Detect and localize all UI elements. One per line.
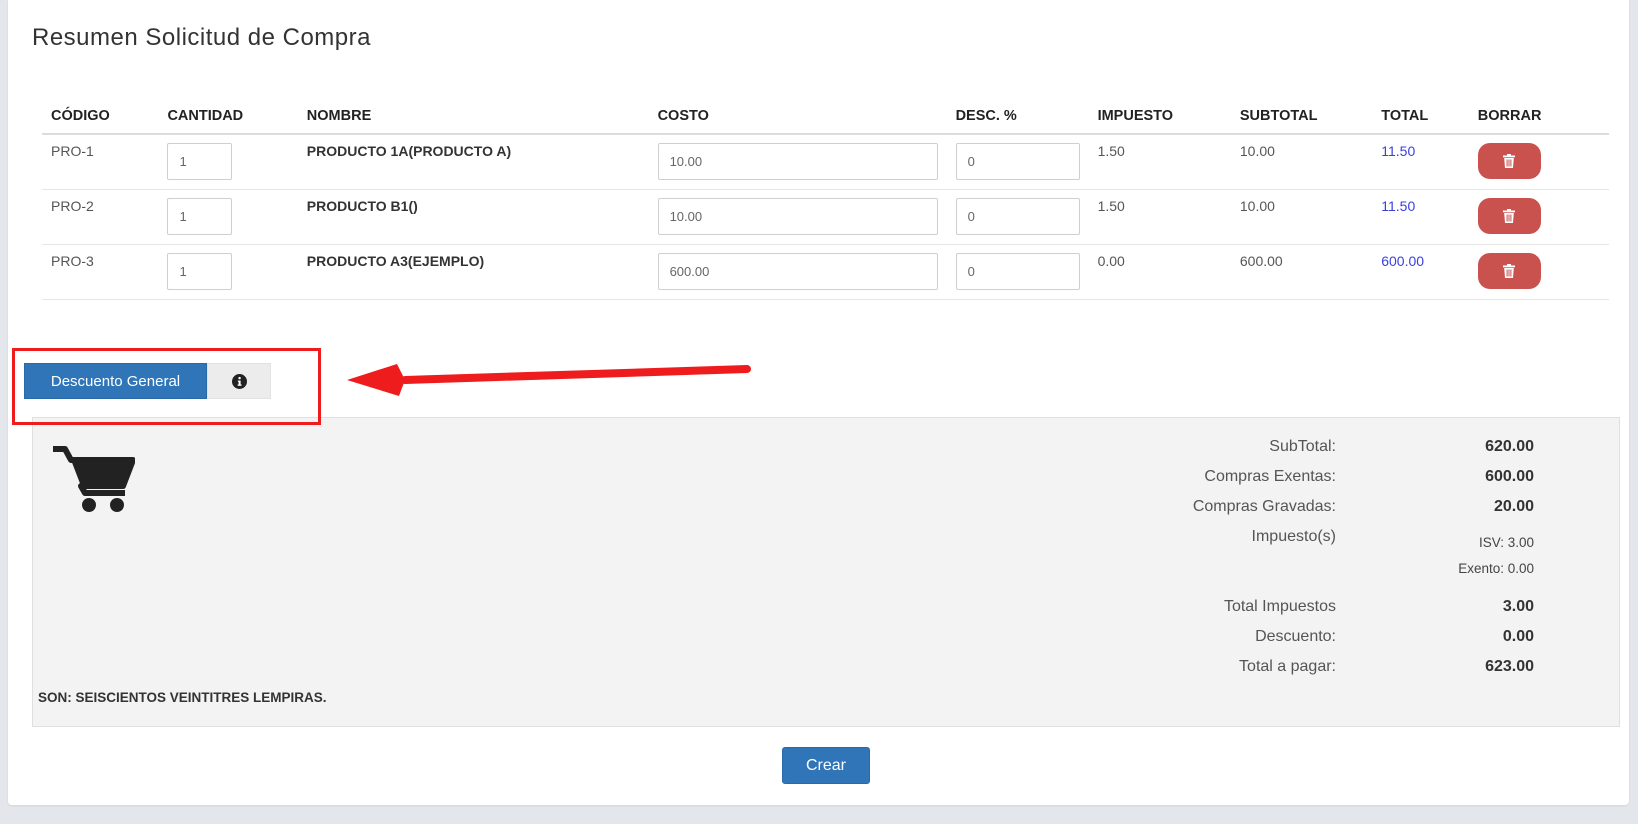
delete-cell <box>1468 189 1609 245</box>
row-name: PRODUCTO B1() <box>297 189 649 245</box>
cost-input[interactable] <box>657 252 938 290</box>
header-nombre: NOMBRE <box>297 100 649 135</box>
row-code: PRO-3 <box>42 244 159 300</box>
cost-cell <box>648 134 947 190</box>
trash-icon <box>1503 208 1516 223</box>
exento-value: Exento: 0.00 <box>1458 561 1534 576</box>
row-code: PRO-2 <box>42 189 159 245</box>
descuento-value: 0.00 <box>1502 628 1534 645</box>
row-tax: 1.50 <box>1088 134 1231 190</box>
amount-in-words: SON: SEISCIENTOS VEINTITRES LEMPIRAS. <box>38 690 327 705</box>
disc-cell <box>946 134 1089 190</box>
quantity-input[interactable] <box>167 143 233 180</box>
header-impuesto: IMPUESTO <box>1088 100 1231 135</box>
shopping-cart-icon <box>53 446 135 512</box>
row-subtotal: 10.00 <box>1230 189 1373 245</box>
header-cantidad: CANTIDAD <box>158 100 298 135</box>
cost-input[interactable] <box>657 143 938 180</box>
header-borrar: BORRAR <box>1468 100 1609 135</box>
table-row: PRO-1 PRODUCTO 1A(PRODUCTO A) 1.50 10.00… <box>42 134 1609 190</box>
total-pagar-label: Total a pagar: <box>1239 658 1336 675</box>
summary-panel: SubTotal: 620.00 Compras Exentas: 600.00… <box>32 417 1620 727</box>
table-row: PRO-3 PRODUCTO A3(EJEMPLO) 0.00 600.00 6… <box>42 244 1609 300</box>
gravadas-label: Compras Gravadas: <box>1192 498 1336 515</box>
row-total: 11.50 <box>1372 189 1469 245</box>
row-total: 11.50 <box>1372 134 1469 190</box>
row-name: PRODUCTO A3(EJEMPLO) <box>297 244 649 300</box>
delete-cell <box>1468 134 1609 190</box>
subtotal-value: 620.00 <box>1485 438 1534 455</box>
discount-input[interactable] <box>955 252 1080 290</box>
row-code: PRO-1 <box>42 134 159 190</box>
qty-cell <box>158 244 298 300</box>
page-title: Resumen Solicitud de Compra <box>32 24 371 51</box>
quantity-input[interactable] <box>167 197 233 235</box>
impuestos-label: Impuesto(s) <box>1251 528 1336 545</box>
discount-input[interactable] <box>955 197 1080 235</box>
highlight-box <box>12 348 321 425</box>
exentas-label: Compras Exentas: <box>1204 468 1336 485</box>
disc-cell <box>946 244 1089 300</box>
total-impuestos-value: 3.00 <box>1502 598 1534 615</box>
header-codigo: CÓDIGO <box>42 100 159 135</box>
total-pagar-value: 623.00 <box>1485 658 1534 675</box>
delete-button[interactable] <box>1477 252 1541 289</box>
subtotal-label: SubTotal: <box>1269 438 1336 455</box>
table-row: PRO-2 PRODUCTO B1() 1.50 10.00 11.50 <box>42 189 1609 245</box>
trash-icon <box>1503 263 1516 278</box>
exentas-value: 600.00 <box>1485 468 1534 485</box>
discount-input[interactable] <box>955 143 1080 180</box>
descuento-label: Descuento: <box>1255 628 1336 645</box>
row-name: PRODUCTO 1A(PRODUCTO A) <box>297 134 649 190</box>
quantity-input[interactable] <box>167 252 233 290</box>
header-costo: COSTO <box>648 100 947 135</box>
gravadas-value: 20.00 <box>1493 498 1534 515</box>
disc-cell <box>946 189 1089 245</box>
row-tax: 1.50 <box>1088 189 1231 245</box>
delete-cell <box>1468 244 1609 300</box>
header-subtotal: SUBTOTAL <box>1230 100 1373 135</box>
trash-icon <box>1503 154 1516 168</box>
delete-button[interactable] <box>1477 197 1541 234</box>
items-table: CÓDIGO CANTIDAD NOMBRE COSTO DESC. % IMP… <box>42 100 1609 300</box>
qty-cell <box>158 189 298 245</box>
qty-cell <box>158 134 298 190</box>
row-tax: 0.00 <box>1088 244 1231 300</box>
create-button[interactable]: Crear <box>782 747 870 784</box>
isv-value: ISV: 3.00 <box>1478 535 1534 550</box>
total-impuestos-label: Total Impuestos <box>1223 598 1336 615</box>
cost-cell <box>648 189 947 245</box>
cost-input[interactable] <box>657 197 938 235</box>
row-subtotal: 600.00 <box>1230 244 1373 300</box>
table-header-row: CÓDIGO CANTIDAD NOMBRE COSTO DESC. % IMP… <box>42 100 1609 135</box>
row-subtotal: 10.00 <box>1230 134 1373 190</box>
red-arrow-annotation <box>347 364 751 396</box>
header-desc: DESC. % <box>946 100 1089 135</box>
cost-cell <box>648 244 947 300</box>
row-total: 600.00 <box>1372 244 1469 300</box>
delete-button[interactable] <box>1477 143 1541 179</box>
header-total: TOTAL <box>1372 100 1469 135</box>
